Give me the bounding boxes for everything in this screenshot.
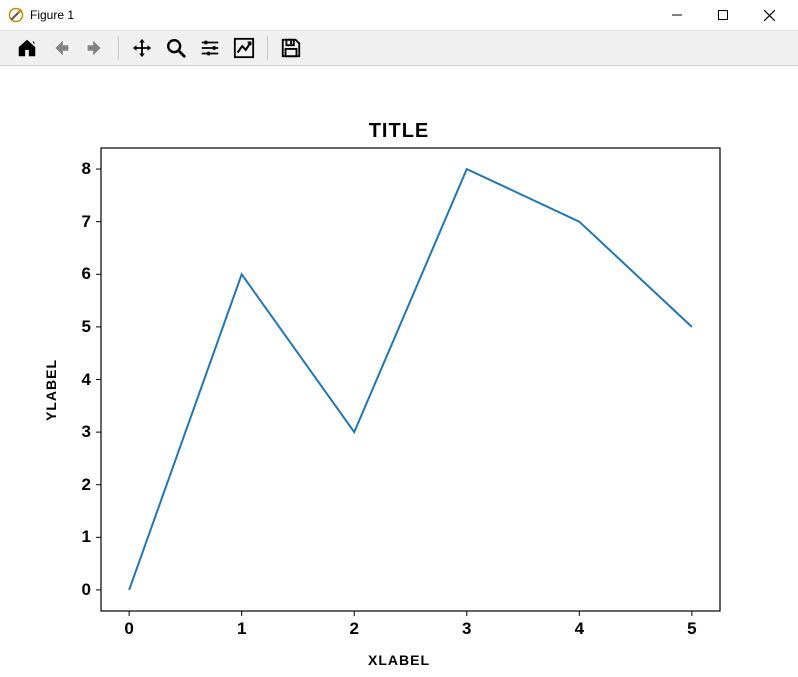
x-tick-label: 5: [687, 619, 696, 639]
save-icon: [280, 37, 302, 59]
home-button[interactable]: [10, 31, 44, 65]
close-button[interactable]: [746, 0, 792, 30]
data-line: [129, 169, 692, 590]
x-tick-label: 3: [462, 619, 471, 639]
toolbar-separator: [267, 36, 268, 60]
arrow-left-icon: [50, 37, 72, 59]
line-chart-icon: [233, 37, 255, 59]
window-title: Figure 1: [30, 8, 74, 22]
x-tick-label: 1: [237, 619, 246, 639]
home-icon: [16, 37, 38, 59]
axes-frame: [101, 148, 720, 611]
maximize-button[interactable]: [700, 0, 746, 30]
toolbar-separator: [118, 36, 119, 60]
y-tick-label: 0: [73, 580, 91, 600]
app-icon: [8, 7, 24, 23]
sliders-icon: [199, 37, 221, 59]
y-tick-label: 5: [73, 317, 91, 337]
zoom-button[interactable]: [159, 31, 193, 65]
move-icon: [131, 37, 153, 59]
plot-area: TITLE XLABEL YLABEL 012345 012345678: [0, 66, 798, 677]
back-button[interactable]: [44, 31, 78, 65]
toolbar: [0, 30, 798, 66]
window-titlebar: Figure 1: [0, 0, 798, 30]
y-tick-label: 3: [73, 422, 91, 442]
chart-canvas: [0, 66, 798, 677]
x-tick-label: 4: [575, 619, 584, 639]
maximize-icon: [718, 10, 728, 20]
x-tick-label: 2: [349, 619, 358, 639]
y-tick-label: 8: [73, 159, 91, 179]
edit-button[interactable]: [227, 31, 261, 65]
minimize-button[interactable]: [654, 0, 700, 30]
close-icon: [764, 10, 775, 21]
configure-button[interactable]: [193, 31, 227, 65]
minimize-icon: [672, 10, 682, 20]
zoom-icon: [165, 37, 187, 59]
save-button[interactable]: [274, 31, 308, 65]
arrow-right-icon: [84, 37, 106, 59]
window-controls: [654, 0, 792, 30]
y-tick-label: 1: [73, 527, 91, 547]
pan-button[interactable]: [125, 31, 159, 65]
y-tick-label: 2: [73, 475, 91, 495]
x-tick-label: 0: [124, 619, 133, 639]
y-tick-label: 4: [73, 370, 91, 390]
y-tick-label: 7: [73, 212, 91, 232]
forward-button[interactable]: [78, 31, 112, 65]
y-tick-label: 6: [73, 264, 91, 284]
